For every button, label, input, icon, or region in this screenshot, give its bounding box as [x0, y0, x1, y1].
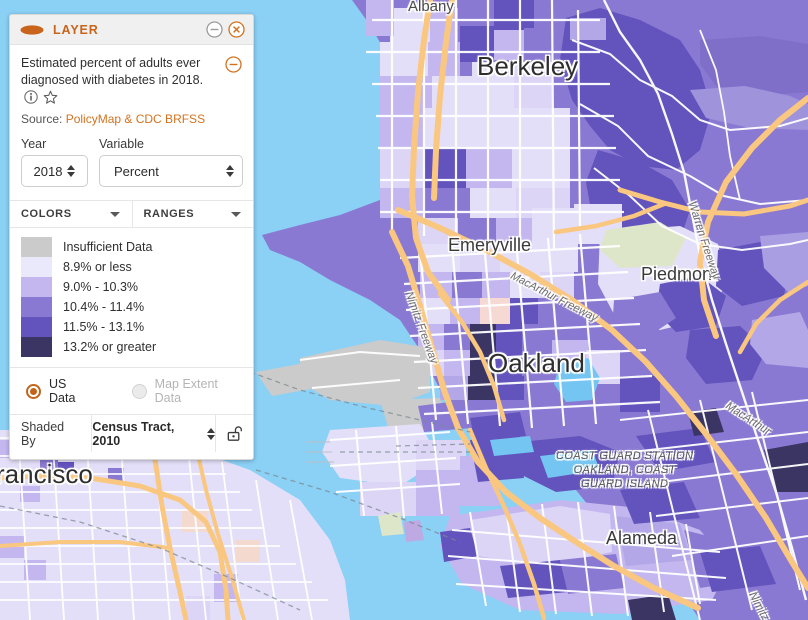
layer-panel[interactable]: LAYER Estimated percent of adults ever d…: [9, 14, 254, 460]
layer-panel-header: LAYER: [10, 15, 253, 45]
source-label: Source:: [21, 112, 63, 126]
legend-swatch: [21, 317, 52, 337]
star-outline-icon[interactable]: [43, 90, 58, 105]
layer-description-text: Estimated percent of adults ever diagnos…: [21, 56, 204, 87]
legend-swatch: [21, 297, 52, 317]
chevron-down-icon: [109, 211, 120, 217]
stepper-icon: [67, 165, 76, 177]
layer-selectors: Year 2018 Variable Percent: [21, 137, 243, 187]
legend-label: 11.5% - 13.1%: [63, 320, 145, 334]
shaded-by-row: Shaded By Census Tract, 2010: [10, 414, 253, 452]
layer-source-row: Source: PolicyMap & CDC BRFSS: [21, 112, 242, 126]
stepper-icon: [226, 165, 234, 177]
legend-label: 9.0% - 10.3%: [63, 280, 139, 294]
map-application: Albany Berkeley Emeryville Piedmont Oakland A…: [0, 0, 808, 620]
source-link[interactable]: PolicyMap & CDC BRFSS: [66, 112, 205, 126]
layer-description: Estimated percent of adults ever diagnos…: [21, 55, 219, 106]
map-extent-data-label: Map Extent Data: [154, 377, 218, 405]
shaded-by-value: Census Tract, 2010: [92, 419, 175, 448]
legend-swatch: [21, 257, 52, 277]
legend-swatch: [21, 337, 52, 357]
legend-label: 8.9% or less: [63, 260, 132, 274]
year-select-value: 2018: [33, 163, 63, 179]
layer-panel-title: LAYER: [53, 22, 99, 37]
minimize-circle-icon[interactable]: [206, 21, 223, 38]
colors-dropdown[interactable]: COLORS: [10, 201, 132, 227]
legend-row: 11.5% - 13.1%: [21, 317, 242, 337]
legend-row: 13.2% or greater: [21, 337, 242, 357]
legend-row: 9.0% - 10.3%: [21, 277, 242, 297]
ranges-dropdown-label: RANGES: [143, 208, 195, 220]
map-extent-data-radio[interactable]: Map Extent Data: [131, 377, 242, 405]
legend-label: Insufficient Data: [63, 240, 153, 254]
ranges-dropdown[interactable]: RANGES: [131, 201, 254, 227]
layer-lens-icon: [20, 24, 44, 36]
us-data-radio[interactable]: US Data: [26, 377, 93, 405]
legend-control-tabs: COLORS RANGES: [10, 200, 253, 228]
colors-dropdown-label: COLORS: [21, 208, 72, 220]
us-data-label: US Data: [49, 377, 76, 405]
close-circle-icon[interactable]: [228, 21, 245, 38]
radio-selected-icon: [26, 383, 41, 399]
variable-select[interactable]: Percent: [99, 155, 243, 187]
radio-unselected-icon: [131, 383, 147, 399]
unlocked-padlock-icon[interactable]: [216, 415, 253, 452]
shaded-by-label: Shaded By: [10, 415, 93, 452]
year-select-label: Year: [21, 137, 47, 151]
legend-row: Insufficient Data: [21, 237, 242, 257]
chevron-down-icon: [231, 211, 241, 217]
panel-footer-spacer: [21, 452, 242, 459]
info-circle-icon[interactable]: [24, 90, 38, 104]
data-scope-radio-group: US Data Map Extent Data: [10, 367, 253, 414]
legend-swatch: [21, 277, 52, 297]
legend-list: Insufficient Data 8.9% or less 9.0% - 10.3…: [21, 228, 242, 363]
legend-row: 10.4% - 11.4%: [21, 297, 242, 317]
shaded-by-select[interactable]: Census Tract, 2010: [92, 415, 217, 452]
layer-description-row: Estimated percent of adults ever diagnos…: [21, 55, 242, 106]
layer-panel-body: Estimated percent of adults ever diagnos…: [10, 45, 253, 459]
year-select[interactable]: 2018: [21, 155, 88, 187]
collapse-minus-icon[interactable]: [225, 56, 242, 76]
legend-swatch: [21, 237, 52, 257]
variable-select-group: Variable Percent: [99, 137, 243, 187]
year-select-group: Year 2018: [21, 137, 88, 187]
variable-select-label: Variable: [99, 137, 144, 151]
variable-select-value: Percent: [114, 163, 159, 179]
legend-label: 10.4% - 11.4%: [63, 300, 145, 314]
legend-row: 8.9% or less: [21, 257, 242, 277]
legend-label: 13.2% or greater: [63, 340, 157, 354]
stepper-icon: [207, 427, 216, 440]
